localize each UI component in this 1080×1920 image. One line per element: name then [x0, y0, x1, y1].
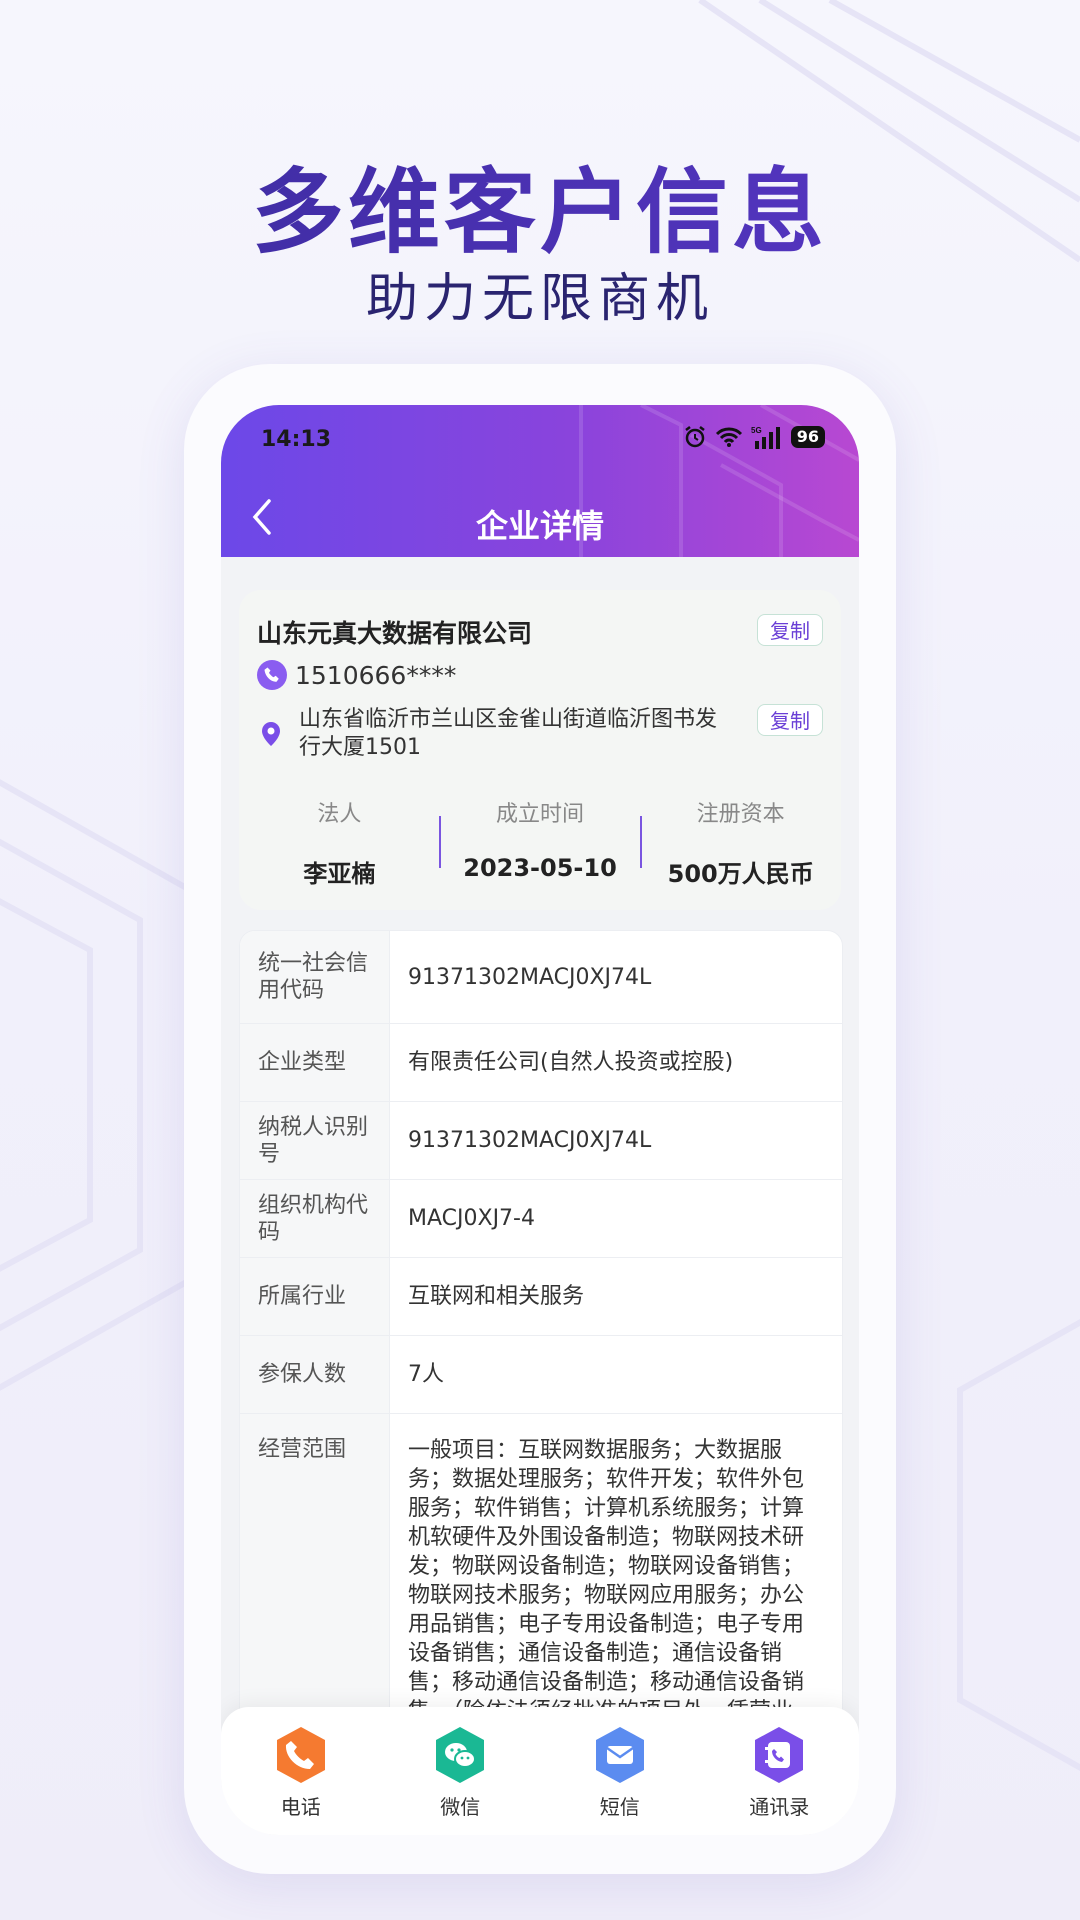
stat-founded: 成立时间 2023-05-10	[440, 786, 641, 896]
stat-label: 法人	[317, 802, 362, 827]
stat-value: 李亚楠	[303, 860, 376, 888]
stat-label: 注册资本	[696, 802, 785, 827]
copy-address-button[interactable]: 复制	[757, 704, 823, 736]
row-value: 7人	[408, 1362, 444, 1387]
company-stats: 法人 李亚楠 成立时间 2023-05-10 注册资本 500万人民币	[239, 786, 841, 896]
table-row: 组织机构代码 MACJ0XJ7-4	[240, 1180, 842, 1258]
phone-row[interactable]: 1510666****	[257, 660, 456, 690]
row-key: 组织机构代码	[240, 1180, 390, 1257]
cellular-signal-icon: 5G	[751, 426, 780, 449]
wifi-icon	[715, 427, 742, 447]
stat-legal-person: 法人 李亚楠	[239, 786, 440, 896]
phone-screen: 14:13 5G 96 企业详情 山东元真大数据有限公司 复制 1510666*…	[221, 405, 859, 1835]
table-row: 参保人数 7人	[240, 1336, 842, 1414]
address-text: 山东省临沂市兰山区金雀山街道临沂图书发行大厦1501	[299, 707, 718, 760]
row-value: MACJ0XJ7-4	[408, 1206, 535, 1231]
battery-indicator: 96	[790, 426, 825, 448]
contacts-icon	[755, 1727, 804, 1783]
hero-subtitle: 助力无限商机	[365, 269, 714, 329]
wechat-icon	[436, 1727, 485, 1783]
app-header: 14:13 5G 96 企业详情	[221, 405, 859, 557]
row-value: 91371302MACJ0XJ74L	[408, 964, 652, 990]
stat-value: 500万人民币	[667, 860, 814, 888]
detail-content[interactable]: 山东元真大数据有限公司 复制 1510666**** 山东省临沂市兰山区金雀山街…	[221, 557, 859, 1835]
message-icon	[595, 1727, 644, 1783]
hero-title: 多维客户信息	[0, 138, 1080, 271]
row-key: 参保人数	[240, 1336, 390, 1413]
address-row: 山东省临沂市兰山区金雀山街道临沂图书发行大厦1501	[257, 706, 729, 762]
phone-number: 1510666****	[295, 660, 457, 690]
status-time: 14:13	[261, 427, 332, 452]
tab-contacts[interactable]: 通讯录	[700, 1707, 860, 1835]
network-label: 5G	[751, 426, 762, 435]
tab-label: 通讯录	[749, 1795, 810, 1819]
info-table: 统一社会信用代码 91371302MACJ0XJ74L 企业类型 有限责任公司(…	[239, 930, 843, 1835]
table-row: 纳税人识别号 91371302MACJ0XJ74L	[240, 1102, 842, 1180]
table-row: 统一社会信用代码 91371302MACJ0XJ74L	[240, 931, 842, 1024]
row-value: 91371302MACJ0XJ74L	[408, 1128, 652, 1153]
status-icons: 5G 96	[683, 425, 825, 449]
company-card: 山东元真大数据有限公司 复制 1510666**** 山东省临沂市兰山区金雀山街…	[239, 590, 841, 910]
company-name: 山东元真大数据有限公司	[257, 619, 533, 648]
tab-sms[interactable]: 短信	[540, 1707, 700, 1835]
tab-wechat[interactable]: 微信	[381, 1707, 541, 1835]
phone-icon	[257, 660, 287, 690]
bottom-action-bar: 电话 微信 短信 通讯录	[221, 1707, 859, 1835]
stat-capital: 注册资本 500万人民币	[640, 786, 841, 896]
row-key: 企业类型	[240, 1024, 390, 1101]
alarm-icon	[684, 426, 705, 448]
copy-name-button[interactable]: 复制	[757, 614, 823, 646]
tab-label: 微信	[440, 1795, 481, 1819]
phone-icon	[276, 1727, 325, 1783]
table-row: 所属行业 互联网和相关服务	[240, 1258, 842, 1336]
tab-phone[interactable]: 电话	[221, 1707, 381, 1835]
tab-label: 电话	[280, 1795, 321, 1819]
row-value: 互联网和相关服务	[408, 1284, 585, 1309]
tab-label: 短信	[599, 1795, 640, 1819]
row-key: 统一社会信用代码	[240, 931, 390, 1023]
table-row: 企业类型 有限责任公司(自然人投资或控股)	[240, 1024, 842, 1102]
page-title: 企业详情	[475, 507, 604, 545]
stat-value: 2023-05-10	[463, 854, 617, 882]
row-value: 有限责任公司(自然人投资或控股)	[408, 1050, 734, 1075]
location-pin-icon	[262, 722, 280, 746]
row-key: 纳税人识别号	[240, 1102, 390, 1179]
stat-label: 成立时间	[496, 802, 585, 827]
row-key: 所属行业	[240, 1258, 390, 1335]
